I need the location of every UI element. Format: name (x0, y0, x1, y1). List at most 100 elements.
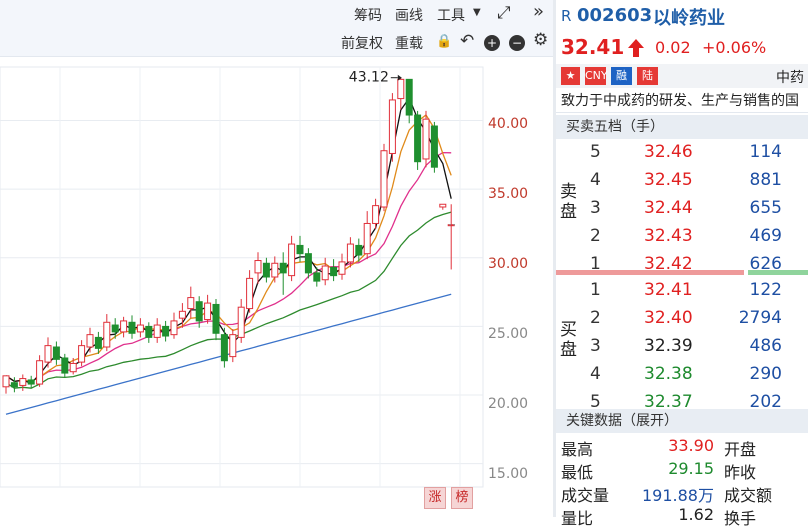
ask-row[interactable]: 5 32.46 114 (582, 140, 808, 166)
keydata-key: 成交量 (561, 486, 610, 505)
candle-body (321, 265, 329, 281)
candle-body (405, 78, 413, 116)
ask-row[interactable]: 4 32.45 881 (582, 168, 808, 194)
chouma-button[interactable]: 筹码 (354, 5, 382, 25)
candle-body (279, 262, 287, 274)
candle-body (204, 302, 212, 321)
candle-body (178, 310, 186, 319)
candle-body (153, 324, 161, 338)
quote-sidebar: R 002603 以岭药业 32.41 0.02 +0.06% ★ CNY 融 … (556, 0, 808, 528)
candle-body (237, 306, 245, 338)
keydata-key: 开盘 (724, 440, 757, 459)
candle-body (372, 205, 380, 224)
connect-tag[interactable]: 陆 (637, 67, 658, 85)
settings-gear-icon[interactable]: ⚙ (533, 30, 548, 50)
draw-line-button[interactable]: 画线 (395, 5, 423, 25)
candle-body (19, 378, 27, 386)
ma-line-blue (5, 293, 452, 415)
order-volume: 114 (749, 142, 782, 162)
candle-body (330, 266, 338, 277)
candlestick-plot[interactable]: 43.12 (0, 57, 553, 517)
candle-body (170, 320, 178, 336)
candle-body (27, 379, 35, 385)
ask-row[interactable]: 2 32.43 469 (582, 224, 808, 250)
candle-body (78, 345, 86, 363)
keydata-key: 最高 (561, 440, 594, 459)
lock-icon[interactable]: 🔒 (436, 34, 452, 49)
zoom-out-icon[interactable]: − (509, 35, 525, 51)
industry-label[interactable]: 中药 (776, 67, 804, 87)
zhang-list-button[interactable]: 涨 (424, 487, 446, 509)
level: 3 (590, 198, 601, 218)
candle-body (439, 203, 447, 208)
y-tick-label: 25.00 (488, 326, 529, 342)
keydata-key: 量比 (561, 509, 594, 528)
y-tick-label: 35.00 (488, 186, 529, 202)
candle-body (52, 346, 60, 360)
ask-row[interactable]: 3 32.44 655 (582, 196, 808, 222)
order-price: 32.43 (644, 226, 693, 246)
order-volume: 122 (749, 280, 782, 300)
candle-body (44, 345, 52, 363)
adjust-forward-button[interactable]: 前复权 (341, 33, 383, 53)
candle-body (304, 253, 312, 274)
candle-body (61, 357, 69, 374)
zoom-in-icon[interactable]: + (484, 35, 500, 51)
candle-body (128, 321, 136, 334)
candle-body (246, 277, 254, 310)
bid-row[interactable]: 4 32.38 290 (582, 362, 808, 388)
tools-menu-button[interactable]: 工具 (437, 5, 465, 25)
china-flag-icon: ★ (561, 67, 580, 85)
y-tick-label: 15.00 (488, 466, 529, 482)
reload-button[interactable]: 重载 (395, 33, 423, 53)
chart-toolbar-second: 前复权 重载 🔒 ↶ + − ⚙ (0, 30, 553, 57)
orderbook-title[interactable]: 买卖五档（手） (556, 115, 808, 139)
last-price: 32.41 (561, 35, 625, 59)
keydata-value: 29.15 (668, 459, 714, 478)
keydata-row: 最高 33.90 开盘 (556, 435, 808, 459)
candle-body (86, 334, 94, 348)
level: 2 (590, 226, 601, 246)
candle-body (103, 321, 111, 348)
candle-body (111, 324, 119, 333)
candle-body (338, 261, 346, 275)
sell-label: 卖盘 (560, 182, 577, 222)
candle-body (288, 243, 296, 277)
stock-name[interactable]: 以岭药业 (653, 4, 725, 30)
order-price: 32.46 (644, 142, 693, 162)
market-prefix: R (561, 7, 572, 25)
collapse-right-icon[interactable]: » (533, 1, 544, 22)
keydata-title[interactable]: 关键数据（展开） (556, 409, 808, 433)
candle-body (271, 262, 279, 278)
candle-body (346, 243, 354, 263)
kline-chart-panel[interactable]: 筹码 画线 工具 ▼ ⤢ » 前复权 重载 🔒 ↶ + − ⚙ 43.12 40… (0, 0, 553, 517)
candle-body (36, 360, 44, 385)
candle-body (220, 334, 228, 362)
cny-tag[interactable]: CNY (585, 67, 608, 85)
stock-code: 002603 (577, 5, 653, 26)
candle-body (380, 150, 388, 208)
order-volume: 2794 (738, 308, 782, 328)
bang-list-button[interactable]: 榜 (451, 487, 473, 509)
chevron-down-icon[interactable]: ▼ (473, 7, 481, 18)
level: 2 (590, 308, 601, 328)
price-change: 0.02 (655, 38, 691, 57)
candle-body (414, 114, 422, 163)
bid-row[interactable]: 3 32.39 486 (582, 334, 808, 360)
level: 3 (590, 336, 601, 356)
margin-tag[interactable]: 融 (611, 67, 632, 85)
candle-body (2, 375, 10, 388)
keydata-row: 量比 1.62 换手 (556, 504, 808, 528)
order-volume: 655 (749, 198, 782, 218)
y-tick-label: 20.00 (488, 396, 529, 412)
candle-body (94, 336, 102, 349)
tags-row: ★ CNY 融 陆 中药 (556, 64, 808, 88)
up-arrow-icon (628, 39, 644, 57)
fullscreen-icon[interactable]: ⤢ (497, 3, 511, 23)
candle-body (195, 301, 203, 322)
undo-icon[interactable]: ↶ (460, 31, 474, 51)
chart-toolbar-top: 筹码 画线 工具 ▼ ⤢ » (0, 0, 553, 30)
bid-row[interactable]: 1 32.41 122 (582, 278, 808, 304)
bid-row[interactable]: 2 32.40 2794 (582, 306, 808, 332)
candle-body (162, 325, 170, 337)
